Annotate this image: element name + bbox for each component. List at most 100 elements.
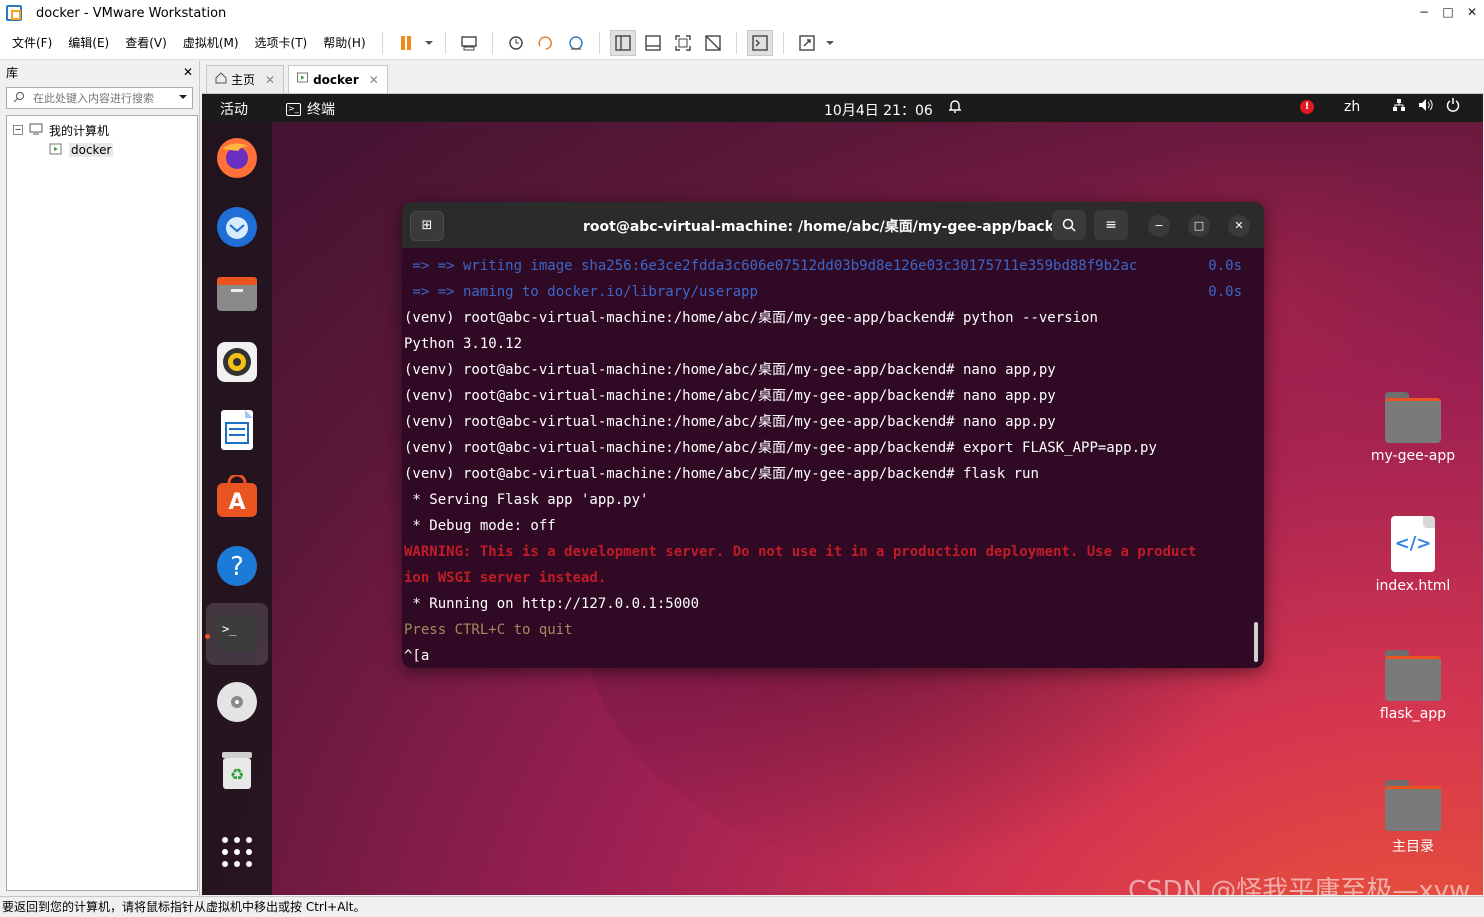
status-bar: 要返回到您的计算机，请将鼠标指针从虚拟机中移出或按 Ctrl+Alt。 (0, 896, 1484, 916)
svg-text:♻: ♻ (230, 765, 244, 784)
tab-label: docker (313, 72, 359, 87)
close-tab-icon[interactable]: ✕ (369, 73, 379, 87)
desktop-icon-my-gee-app[interactable]: my-gee-app (1365, 392, 1461, 464)
terminal-line: (venv) root@abc-virtual-machine:/home/ab… (404, 383, 1264, 409)
activities-button[interactable]: 活动 (220, 99, 248, 119)
help-icon[interactable]: ? (213, 542, 261, 590)
tree-item-my-computer[interactable]: − 我的计算机 (13, 120, 191, 140)
collapse-icon[interactable]: − (13, 125, 23, 135)
desktop-icon-home[interactable]: 主目录 (1365, 780, 1461, 856)
fullscreen-icon[interactable] (670, 30, 696, 56)
library-view-icon[interactable] (609, 29, 636, 56)
computer-icon (29, 123, 43, 138)
menu-view[interactable]: 查看(V) (117, 34, 175, 51)
toolbar-separator (444, 31, 446, 54)
vm-console[interactable]: 活动 >_ 终端 10月4日 21：06 ! zh A ? >_ ♻ my-ge… (202, 94, 1483, 895)
desktop-icon-label: flask_app (1379, 706, 1447, 722)
dvd-icon[interactable] (213, 678, 261, 726)
terminal-line-text: => => naming to docker.io/library/userap… (404, 284, 759, 300)
terminal-line-text: ion WSGI server instead. (404, 570, 607, 586)
search-icon (13, 91, 25, 106)
revert-snapshot-icon[interactable] (533, 30, 559, 56)
thunderbird-icon[interactable] (213, 202, 261, 250)
tab-home[interactable]: 主页 ✕ (206, 65, 285, 93)
volume-icon (1418, 98, 1434, 116)
terminal-output[interactable]: => => writing image sha256:6e3ce2fdda3c6… (402, 248, 1264, 668)
close-icon[interactable]: ✕ (1228, 215, 1250, 237)
thumbnail-bar-icon[interactable] (640, 30, 666, 56)
firefox-icon[interactable] (213, 134, 261, 182)
unity-mode-icon[interactable] (700, 30, 726, 56)
vm-icon (297, 72, 309, 87)
maximize-icon[interactable]: □ (1188, 215, 1210, 237)
close-tab-icon[interactable]: ✕ (265, 73, 275, 87)
snapshot-icon[interactable] (503, 30, 529, 56)
menu-file[interactable]: 文件(F) (4, 34, 60, 51)
terminal-line-text: WARNING: This is a development server. D… (404, 544, 1197, 560)
app-menu[interactable]: >_ 终端 (286, 99, 335, 119)
trash-icon[interactable]: ♻ (213, 746, 261, 794)
menu-edit[interactable]: 编辑(E) (60, 34, 117, 51)
home-icon (215, 72, 227, 87)
menu-vm[interactable]: 虚拟机(M) (175, 34, 247, 51)
library-tree: − 我的计算机 docker (6, 115, 198, 891)
running-indicator (205, 634, 210, 639)
chevron-down-icon[interactable] (824, 30, 836, 56)
minimize-button[interactable]: − (1412, 0, 1436, 26)
tab-docker[interactable]: docker ✕ (288, 65, 388, 93)
menu-help[interactable]: 帮助(H) (315, 34, 373, 51)
terminal-line-text: => => writing image sha256:6e3ce2fdda3c6… (404, 258, 1138, 274)
terminal-line-text: (venv) root@abc-virtual-machine:/home/ab… (404, 310, 1098, 326)
library-search-input[interactable] (33, 91, 173, 105)
chevron-down-icon[interactable] (178, 91, 188, 105)
terminal-line-text: * Serving Flask app 'app.py' (404, 492, 649, 508)
rhythmbox-icon[interactable] (213, 338, 261, 386)
snapshot-manager-icon[interactable] (563, 30, 589, 56)
system-menu[interactable] (1392, 98, 1460, 116)
network-icon (1392, 98, 1406, 116)
library-close-button[interactable]: ✕ (183, 65, 193, 79)
send-keys-icon[interactable] (456, 30, 482, 56)
hamburger-menu-icon[interactable]: ≡ (1094, 210, 1128, 240)
minimize-icon[interactable]: − (1148, 215, 1170, 237)
terminal-line-text: (venv) root@abc-virtual-machine:/home/ab… (404, 414, 1056, 430)
terminal-line: Press CTRL+C to quit (404, 617, 1264, 643)
terminal-line-text: * Running on http://127.0.0.1:5000 (404, 596, 700, 612)
input-method[interactable]: zh (1344, 99, 1360, 115)
terminal-dock-icon[interactable]: >_ (206, 603, 268, 665)
terminal-line: (venv) root@abc-virtual-machine:/home/ab… (404, 461, 1264, 487)
tab-strip: 主页 ✕ docker ✕ (202, 61, 1484, 94)
show-apps-icon[interactable] (213, 828, 261, 876)
files-icon[interactable] (213, 270, 261, 318)
bell-icon (948, 98, 962, 118)
terminal-line-time: 0.0s (1208, 258, 1242, 274)
library-search (6, 87, 193, 109)
terminal-window[interactable]: ⊞ root@abc-virtual-machine: /home/abc/桌面… (402, 202, 1264, 668)
terminal-line-text: Python 3.10.12 (404, 336, 523, 352)
terminal-line-text: (venv) root@abc-virtual-machine:/home/ab… (404, 362, 1056, 378)
libreoffice-writer-icon[interactable] (213, 406, 261, 454)
close-button[interactable]: ✕ (1460, 0, 1484, 26)
menu-tabs[interactable]: 选项卡(T) (247, 34, 316, 51)
terminal-line: (venv) root@abc-virtual-machine:/home/ab… (404, 409, 1264, 435)
menubar: 文件(F) 编辑(E) 查看(V) 虚拟机(M) 选项卡(T) 帮助(H) (0, 26, 1484, 60)
warning-badge[interactable]: ! (1300, 100, 1314, 114)
search-icon[interactable] (1052, 210, 1086, 240)
pause-icon[interactable] (393, 30, 419, 56)
stretch-guest-icon[interactable] (794, 30, 820, 56)
terminal-scrollbar[interactable] (1254, 622, 1258, 662)
power-icon (1446, 98, 1460, 116)
desktop-icon-flask-app[interactable]: flask_app (1365, 650, 1461, 722)
maximize-button[interactable]: □ (1436, 0, 1460, 26)
chevron-down-icon[interactable] (423, 30, 435, 56)
clock[interactable]: 10月4日 21：06 (824, 100, 933, 120)
terminal-line-text: (venv) root@abc-virtual-machine:/home/ab… (404, 440, 1157, 456)
home-folder-icon (1385, 780, 1441, 831)
desktop-icon-index-html[interactable]: </> index.html (1365, 516, 1461, 594)
tree-item-docker[interactable]: docker (13, 140, 191, 160)
console-view-icon[interactable] (746, 29, 773, 56)
library-panel: 库 ✕ − 我的计算机 docker (0, 61, 200, 896)
terminal-line-text: (venv) root@abc-virtual-machine:/home/ab… (404, 466, 1039, 482)
app-center-icon[interactable]: A (213, 474, 261, 522)
terminal-line: => => writing image sha256:6e3ce2fdda3c6… (404, 253, 1264, 279)
